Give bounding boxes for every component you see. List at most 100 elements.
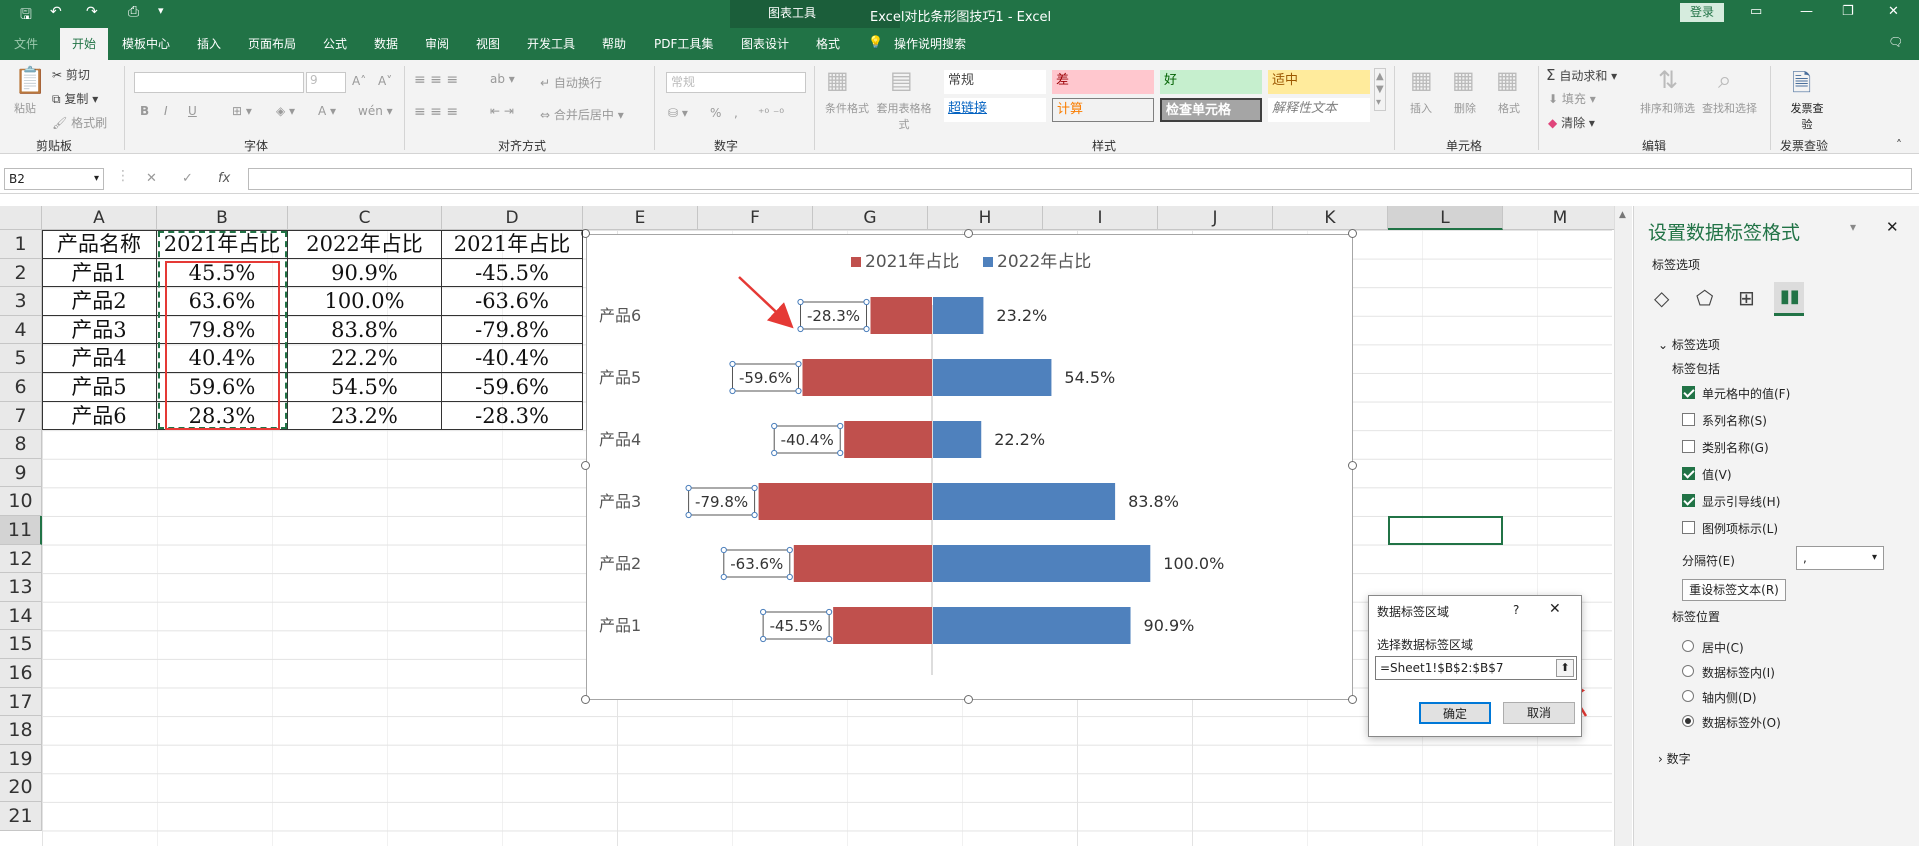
style-normal[interactable]: 常规 — [944, 70, 1046, 94]
delete-cells-icon[interactable]: ▦ — [1452, 66, 1475, 94]
tab-pdf-tools[interactable]: PDF工具集 — [654, 35, 713, 52]
style-explanatory[interactable]: 解释性文本 — [1268, 98, 1370, 122]
data-label-2021[interactable]: -79.8% — [685, 484, 758, 519]
bar-2021[interactable] — [870, 297, 932, 334]
bar-2021[interactable] — [793, 545, 932, 582]
checkbox-label[interactable]: 显示引导线(H) — [1702, 493, 1780, 510]
fill-color-icon[interactable]: ◈ ▾ — [276, 104, 295, 118]
chart-legend[interactable]: 2021年占比 2022年占比 — [851, 252, 1091, 272]
row-header-5[interactable]: 5 — [0, 344, 42, 373]
table-header-cell[interactable]: 产品名称 — [42, 230, 157, 259]
cancel-button[interactable]: 取消 — [1503, 702, 1575, 724]
checkbox-label[interactable]: 图例项标示(L) — [1702, 520, 1778, 537]
tab-review[interactable]: 审阅 — [425, 35, 449, 52]
radio-button[interactable] — [1682, 690, 1694, 702]
label-handle[interactable] — [771, 422, 778, 430]
insert-cells-button[interactable]: 插入 — [1410, 100, 1432, 116]
indent-icon[interactable]: ⇤ ⇥ — [490, 104, 514, 118]
label-options-tab[interactable]: ▮▮ — [1774, 282, 1804, 316]
data-label-2022[interactable]: 54.5% — [1064, 368, 1115, 387]
format-cells-icon[interactable]: ▦ — [1496, 66, 1519, 94]
resize-handle[interactable] — [1348, 461, 1357, 470]
find-select-icon[interactable]: ⌕ — [1718, 66, 1731, 94]
style-calculation[interactable]: 计算 — [1052, 98, 1154, 122]
range-input[interactable]: =Sheet1!$B$2:$B$7 ⬆ — [1375, 656, 1577, 680]
table-cell[interactable]: 产品1 — [42, 258, 157, 288]
tab-data[interactable]: 数据 — [374, 35, 398, 52]
label-options-section[interactable]: ⌄ 标签选项 — [1658, 336, 1720, 353]
row-header-4[interactable]: 4 — [0, 315, 42, 345]
style-good[interactable]: 好 — [1160, 70, 1262, 94]
table-cell[interactable]: 产品3 — [42, 315, 157, 345]
bar-2022[interactable] — [933, 421, 982, 458]
column-header-i[interactable]: I — [1043, 206, 1158, 230]
close-icon[interactable]: ✕ — [1888, 4, 1899, 19]
cut-button[interactable]: ✂ 剪切 — [52, 66, 90, 83]
tab-page-layout[interactable]: 页面布局 — [248, 35, 296, 52]
currency-icon[interactable]: ⛁ ▾ — [668, 106, 688, 120]
panel-subtitle[interactable]: 标签选项 — [1652, 256, 1700, 273]
resize-handle[interactable] — [581, 695, 590, 704]
style-check-cell[interactable]: 检查单元格 — [1160, 98, 1262, 122]
minimize-icon[interactable]: — — [1800, 4, 1813, 19]
name-box-dropdown-icon[interactable]: ▾ — [94, 169, 103, 189]
column-header-g[interactable]: G — [813, 206, 928, 230]
find-select-button[interactable]: 查找和选择 — [1702, 100, 1757, 116]
cancel-formula-icon[interactable]: ✕ — [146, 171, 157, 186]
label-handle[interactable] — [720, 546, 727, 554]
radio-button[interactable] — [1682, 715, 1694, 727]
label-handle[interactable] — [751, 484, 758, 492]
resize-handle[interactable] — [1348, 695, 1357, 704]
phonetic-icon[interactable]: wén ▾ — [358, 104, 393, 118]
effects-icon[interactable]: ⬠ — [1696, 286, 1713, 310]
checkbox-label[interactable]: 系列名称(S) — [1702, 412, 1767, 429]
column-header-f[interactable]: F — [698, 206, 813, 230]
row-header-11[interactable]: 11 — [0, 516, 42, 545]
size-properties-icon[interactable]: ⊞ — [1738, 286, 1755, 310]
column-header-e[interactable]: E — [583, 206, 698, 230]
row-header-8[interactable]: 8 — [0, 430, 42, 459]
tab-insert[interactable]: 插入 — [197, 35, 221, 52]
column-header-h[interactable]: H — [928, 206, 1043, 230]
sort-filter-icon[interactable]: ⇅ — [1658, 66, 1678, 94]
table-cell[interactable]: -63.6% — [442, 287, 583, 316]
table-cell[interactable]: 产品5 — [42, 373, 157, 402]
row-header-15[interactable]: 15 — [0, 630, 42, 659]
label-handle[interactable] — [729, 360, 736, 368]
table-cell[interactable]: -45.5% — [442, 258, 583, 288]
decimal-icon[interactable]: ⁺⁰ ⁻⁰ — [758, 106, 784, 120]
insert-cells-icon[interactable]: ▦ — [1410, 66, 1433, 94]
comments-icon[interactable]: 🗨 — [1888, 35, 1903, 49]
table-cell[interactable]: -79.8% — [442, 315, 583, 345]
row-header-18[interactable]: 18 — [0, 716, 42, 745]
style-hyperlink[interactable]: 超链接 — [944, 98, 1046, 122]
bar-2021[interactable] — [844, 421, 932, 458]
paste-icon[interactable]: 📋 — [14, 66, 46, 96]
tab-format[interactable]: 格式 — [816, 35, 840, 52]
table-cell[interactable]: 23.2% — [288, 401, 442, 431]
style-neutral[interactable]: 适中 — [1268, 70, 1370, 94]
radio-label[interactable]: 数据标签外(O) — [1702, 714, 1781, 731]
checkbox-label[interactable]: 类别名称(G) — [1702, 439, 1769, 456]
undo-icon[interactable]: ↶ — [50, 4, 62, 20]
table-cell[interactable]: 产品6 — [42, 401, 157, 431]
bar-2022[interactable] — [933, 483, 1116, 520]
chart-area[interactable]: 2021年占比 2022年占比 产品6 -28.3% 23.2% 产品5 -59.6% 54.… — [586, 234, 1353, 700]
enter-formula-icon[interactable]: ✓ — [182, 171, 193, 186]
font-color-icon[interactable]: A ▾ — [318, 104, 336, 118]
radio-label[interactable]: 数据标签内(I) — [1702, 664, 1775, 681]
collapse-ribbon-icon[interactable]: ˄ — [1896, 138, 1902, 152]
redo-icon[interactable]: ↷ — [86, 4, 98, 20]
restore-icon[interactable]: ❐ — [1842, 4, 1854, 19]
active-cell[interactable] — [1388, 516, 1503, 545]
tab-formulas[interactable]: 公式 — [323, 35, 347, 52]
table-cell[interactable]: -28.3% — [442, 401, 583, 431]
row-header-6[interactable]: 6 — [0, 373, 42, 402]
row-header-13[interactable]: 13 — [0, 573, 42, 602]
label-handle[interactable] — [863, 325, 870, 333]
checkbox-label[interactable]: 值(V) — [1702, 466, 1732, 483]
data-label-2022[interactable]: 90.9% — [1144, 616, 1195, 635]
checkbox[interactable] — [1682, 386, 1695, 399]
row-header-16[interactable]: 16 — [0, 659, 42, 688]
label-handle[interactable] — [795, 387, 802, 395]
